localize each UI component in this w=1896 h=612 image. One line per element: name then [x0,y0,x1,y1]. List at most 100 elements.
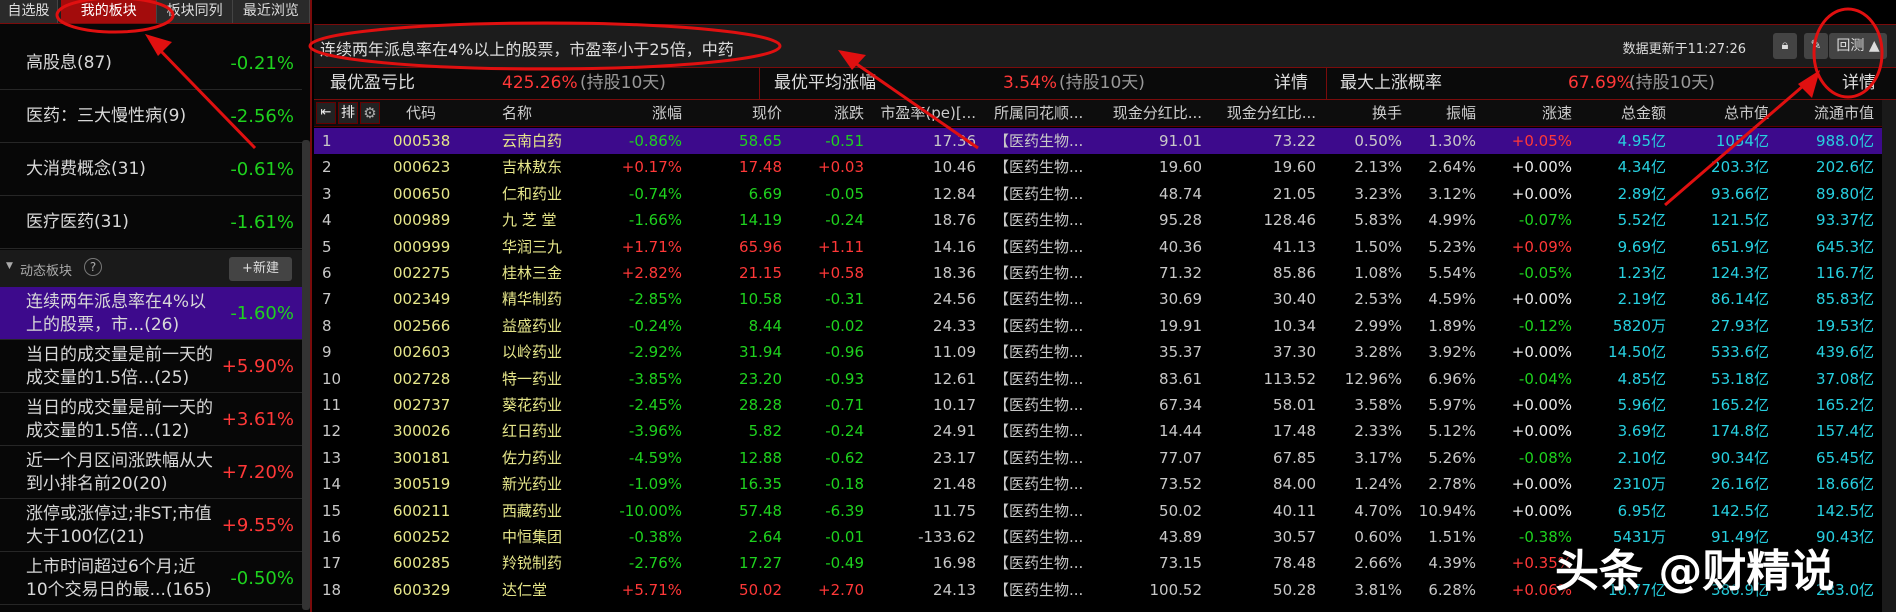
table-row[interactable]: 1 000538 云南白药 -0.86% 58.65 -0.51 17.36 【医药生物...… [314,128,1882,155]
table-cell: 157.4亿 [1816,422,1874,441]
table-cell: 600285 [393,554,451,573]
stat-hold: (持股10天) [580,73,666,93]
column-header[interactable]: 涨幅 [600,100,688,127]
table-cell: 116.7亿 [1816,264,1874,282]
column-header[interactable]: 所属同花顺... [982,100,1112,127]
table-cell: 16.98 [933,554,976,573]
dynamic-block-item[interactable]: 当日的成交量是前一天的成交量的1.5倍...(25) +5.90% [0,340,302,393]
tab-my-blocks[interactable]: 我的板块 [60,0,158,23]
table-cell: 600329 [393,580,451,599]
help-icon[interactable]: ? [84,258,102,276]
dynamic-block-item[interactable]: 涨停或涨停过;非ST;市值大于100亿(21) +9.55% [0,499,302,552]
table-cell: 【医药生物... [994,501,1084,520]
detail-link[interactable]: 详情 [1842,68,1876,99]
table-row[interactable]: 11 002737 葵花药业 -2.45% 28.28 -0.71 10.17 【医药生物..… [314,392,1882,418]
table-row[interactable]: 13 300181 佐力药业 -4.59% 12.88 -0.62 23.17 【医药生物..… [314,445,1882,471]
table-cell: 5.97% [1428,396,1476,414]
table-cell: 0.60% [1354,528,1402,546]
table-cell: 83.61 [1159,369,1202,388]
table-row[interactable]: 10 002728 特一药业 -3.85% 23.20 -0.93 12.61 【医药生物..… [314,366,1882,392]
tab-block-peers[interactable]: 板块同列 [157,0,233,23]
column-header[interactable]: 换手 [1322,100,1408,127]
table-row[interactable]: 7 002349 精华制药 -2.85% 10.58 -0.31 24.56 【医药生物...… [314,286,1882,312]
table-cell: 华润三九 [502,237,563,256]
table-cell: 2.66% [1354,554,1402,573]
column-header[interactable]: 名称 [470,100,600,127]
table-cell: 5.52亿 [1617,211,1666,230]
column-header[interactable]: 现金分红比... [1208,100,1322,127]
sidebar-tabs: 自选股 我的板块 板块同列 最近浏览 [0,0,310,24]
column-header[interactable]: 现金分红比... [1112,100,1208,127]
dynamic-block-item[interactable]: 上市时间超过6个月;近10个交易日的最...(165) -0.50% [0,552,302,605]
column-header[interactable]: 流通市值 [1775,100,1880,127]
table-cell: -4.59% [628,448,682,467]
table-row[interactable]: 3 000650 仁和药业 -0.74% 6.69 -0.05 12.84 【医药生物... 4… [314,181,1882,207]
sidebar-scrollbar[interactable] [302,140,310,610]
block-item[interactable]: 高股息(87) -0.21% [0,37,302,90]
table-cell: 21.05 [1273,184,1316,203]
block-item[interactable]: 医疗医药(31) -1.61% [0,196,302,249]
table-row[interactable]: 5 000999 华润三九 +1.71% 65.96 +1.11 14.16 【医药生物...… [314,234,1882,260]
table-row[interactable]: 2 000623 吉林敖东 +0.17% 17.48 +0.03 10.46 【医药生物...… [314,154,1882,180]
lock-icon[interactable]: 🔒︎ [1773,33,1797,59]
table-row[interactable]: 9 002603 以岭药业 -2.92% 31.94 -0.96 11.09 【医药生物...… [314,339,1882,365]
sort-button[interactable]: 排 [338,102,358,124]
column-header[interactable]: 市盈率(pe)[... [870,100,982,127]
collapse-arrow-icon[interactable]: ⇤ [316,102,336,124]
table-cell: 5.82 [748,422,782,441]
table-cell: +0.00% [1511,422,1572,441]
block-item[interactable]: 医药：三大慢性病(9) -2.56% [0,90,302,143]
table-cell: 439.6亿 [1816,343,1874,362]
dynamic-block-item[interactable]: 连续两年派息率在4%以上的股票，市...(26) -1.60% [0,287,302,340]
dynamic-blocks-label: 动态板块 [20,264,73,279]
table-row[interactable]: 4 000989 九 芝 堂 -1.66% 14.19 -0.24 18.76 【医药生物..… [314,207,1882,233]
dynamic-block-item[interactable]: 当日的成交量是前一天的成交量的1.5倍...(12) +3.61% [0,393,302,446]
column-header[interactable]: 总市值 [1672,100,1775,127]
table-cell: 4.99% [1428,211,1476,230]
table-row[interactable]: 14 300519 新光药业 -1.09% 16.35 -0.18 21.48 【医药生物..… [314,471,1882,497]
table-cell: 002566 [393,316,451,335]
table-cell: -0.12% [1518,316,1572,335]
column-header[interactable]: 现价 [688,100,788,127]
table-cell: 8.44 [748,316,782,335]
tab-watchlist[interactable]: 自选股 [0,0,58,23]
table-cell: -0.04% [1518,369,1572,388]
table-cell: 174.8亿 [1711,422,1769,441]
detail-link[interactable]: 详情 [1274,68,1308,99]
tab-recent[interactable]: 最近浏览 [232,0,310,23]
table-cell: 中恒集团 [502,528,563,546]
column-header[interactable]: 振幅 [1408,100,1482,127]
table-cell: 2.53% [1354,290,1402,309]
query-title-bar: 连续两年派息率在4%以上的股票，市盈率小于25倍，中药 数据更新于11:27:2… [314,24,1896,68]
table-cell: 18.76 [933,211,976,230]
watermark: 头条 @财精说 [1555,546,1835,597]
new-block-button[interactable]: +新建 [229,257,292,281]
dynamic-block-item[interactable]: 近一个月区间涨跌幅从大到小排名前20(20) +7.20% [0,446,302,499]
table-cell: 002728 [393,369,451,388]
backtest-button[interactable]: 回测 ▲ [1829,33,1887,59]
table-row[interactable]: 6 002275 桂林三金 +2.82% 21.15 +0.58 18.36 【医药生物...… [314,260,1882,286]
table-cell: 58.65 [739,132,782,150]
block-item[interactable]: 大消费概念(31) -0.61% [0,143,302,196]
table-cell: 10.46 [933,158,976,177]
table-cell: +0.03 [818,158,864,177]
column-header[interactable]: 涨跌 [788,100,870,127]
table-cell: 2.99% [1354,316,1402,335]
gear-icon[interactable]: ⚙ [360,102,380,124]
column-header[interactable]: 涨速 [1482,100,1578,127]
table-scrollbar[interactable] [1882,100,1896,612]
column-header[interactable]: 总金额 [1578,100,1672,127]
table-cell: 1.23亿 [1617,264,1666,282]
edit-pencil-icon[interactable]: ✎ [1804,33,1828,59]
table-cell: 2 [322,158,332,177]
table-cell: +1.11 [818,237,864,256]
block-name: 当日的成交量是前一天的成交量的1.5倍...(12) [26,397,213,441]
table-row[interactable]: 15 600211 西藏药业 -10.00% 57.48 -6.39 11.75 【医药生物.… [314,498,1882,524]
table-cell: 24.91 [933,422,976,441]
collapse-triangle-icon[interactable]: ▼ [6,261,13,271]
column-header[interactable]: 代码 [374,100,470,127]
table-row[interactable]: 8 002566 益盛药业 -0.24% 8.44 -0.02 24.33 【医药生物... 1… [314,313,1882,339]
table-cell: 红日药业 [502,422,563,441]
table-row[interactable]: 12 300026 红日药业 -3.96% 5.82 -0.24 24.91 【医药生物...… [314,418,1882,444]
block-name: 当日的成交量是前一天的成交量的1.5倍...(25) [26,344,213,388]
